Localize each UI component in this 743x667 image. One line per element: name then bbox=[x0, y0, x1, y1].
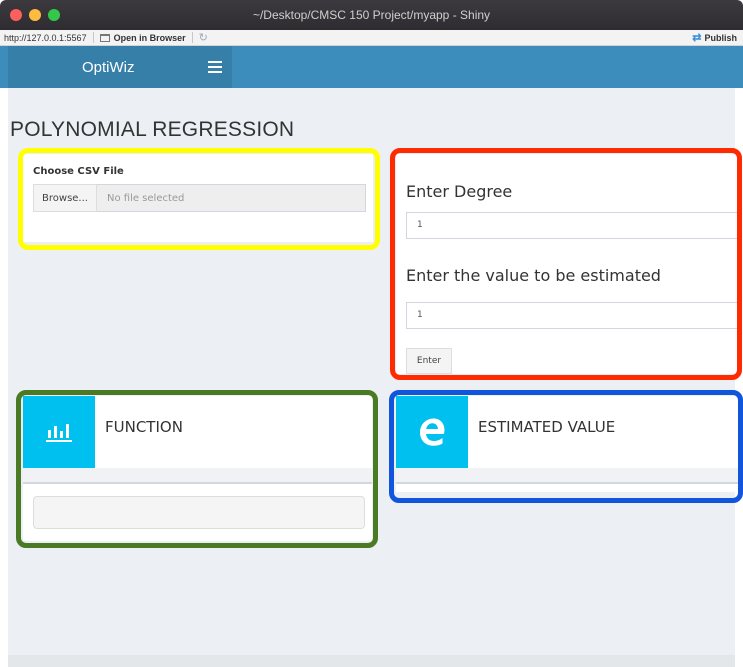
window-titlebar: ~/Desktop/CMSC 150 Project/myapp - Shiny bbox=[0, 0, 743, 30]
window-title: ~/Desktop/CMSC 150 Project/myapp - Shiny bbox=[252, 8, 491, 22]
sidebar-toggle-icon[interactable] bbox=[208, 58, 222, 74]
toolbar-divider bbox=[92, 32, 94, 43]
publish-button[interactable]: ⇄ Publish bbox=[692, 31, 737, 44]
publish-label: Publish bbox=[704, 32, 737, 43]
bottom-edge bbox=[8, 655, 735, 667]
csv-box-highlight bbox=[18, 148, 380, 250]
brand-label: OptiWiz bbox=[82, 58, 135, 76]
dashboard-header: OptiWiz bbox=[0, 46, 743, 88]
publish-icon: ⇄ bbox=[692, 32, 702, 44]
brand-logo[interactable]: OptiWiz bbox=[8, 46, 232, 88]
open-in-browser-label: Open in Browser bbox=[113, 32, 186, 43]
function-box-highlight bbox=[16, 390, 378, 548]
estimated-box-highlight bbox=[389, 390, 743, 503]
page-title: POLYNOMIAL REGRESSION bbox=[10, 118, 295, 141]
viewer-url[interactable]: http://127.0.0.1:5567 bbox=[4, 33, 87, 43]
viewer-toolbar: http://127.0.0.1:5567 Open in Browser ↻ … bbox=[0, 30, 743, 46]
window-icon bbox=[99, 33, 110, 42]
input-box-highlight bbox=[390, 148, 742, 380]
open-in-browser-button[interactable]: Open in Browser bbox=[99, 32, 186, 43]
toolbar-divider bbox=[191, 32, 193, 43]
refresh-icon[interactable]: ↻ bbox=[199, 31, 208, 44]
main-content: POLYNOMIAL REGRESSION Choose CSV File Br… bbox=[8, 88, 743, 658]
